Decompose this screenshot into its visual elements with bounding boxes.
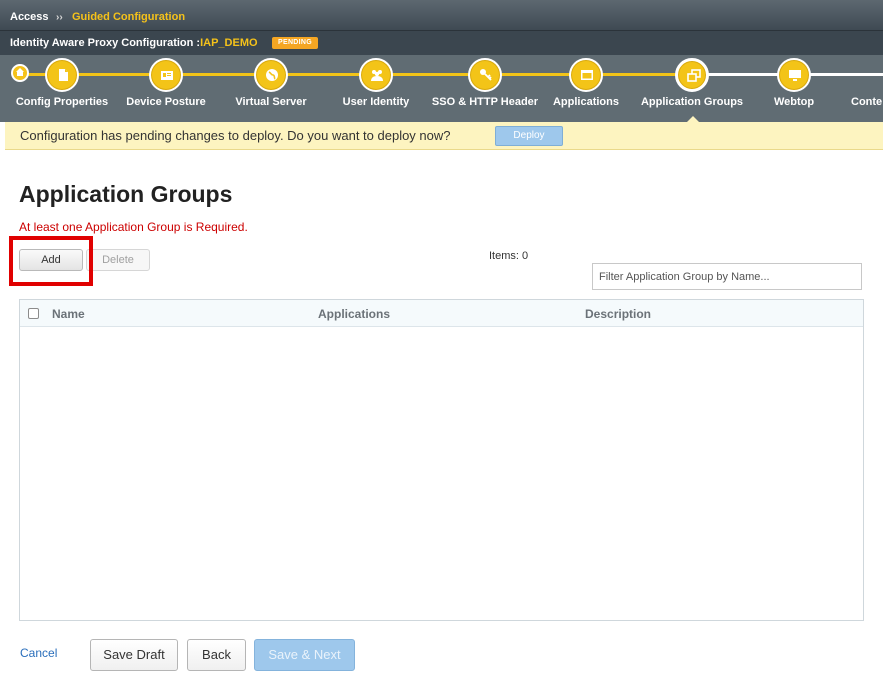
save-and-next-button[interactable]: Save & Next [254, 639, 355, 671]
configuration-name: IAP_DEMO [200, 37, 258, 49]
wizard-step-label: Applications [552, 96, 619, 108]
deploy-button[interactable]: Deploy [495, 126, 563, 146]
wizard-step-user-identity[interactable]: User Identity [316, 55, 436, 122]
status-badge: PENDING [272, 37, 318, 49]
wizard-step-label: Conte [851, 96, 883, 108]
configuration-title-prefix: Identity Aware Proxy Configuration : [10, 37, 201, 49]
application-groups-table: Name Applications Description [19, 299, 864, 621]
key-icon [468, 58, 502, 92]
configuration-header: Identity Aware Proxy Configuration :IAP_… [0, 31, 883, 55]
delete-button[interactable]: Delete [86, 249, 150, 271]
column-header-applications[interactable]: Applications [318, 307, 390, 321]
wizard-step-label: Virtual Server [235, 96, 307, 108]
users-icon [359, 58, 393, 92]
wizard-step-virtual-server[interactable]: Virtual Server [211, 55, 331, 122]
add-button-highlight [9, 236, 93, 286]
wizard-step-label: User Identity [342, 96, 410, 108]
breadcrumb-guided-configuration[interactable]: Guided Configuration [72, 11, 185, 23]
document-icon [45, 58, 79, 92]
guided-configuration-page: Access ›› Guided Configuration Identity … [0, 0, 883, 685]
wizard-step-label: Device Posture [126, 96, 206, 108]
breadcrumb: Access ›› Guided Configuration [0, 0, 883, 31]
globe-icon [254, 58, 288, 92]
configuration-title: Identity Aware Proxy Configuration :IAP_… [10, 37, 258, 49]
wizard-step-label: Config Properties [15, 96, 109, 108]
table-header: Name Applications Description [20, 300, 863, 327]
filter-input[interactable] [592, 263, 862, 290]
pending-changes-banner: Configuration has pending changes to dep… [5, 122, 883, 150]
validation-error: At least one Application Group is Requir… [19, 220, 248, 234]
wizard-steps: Config Properties Device Posture Virtual… [0, 55, 883, 122]
page-title: Application Groups [19, 181, 233, 207]
select-all-checkbox[interactable] [28, 308, 39, 319]
pending-changes-message: Configuration has pending changes to dep… [20, 128, 451, 143]
save-draft-button[interactable]: Save Draft [90, 639, 178, 671]
wizard-step-applications[interactable]: Applications [526, 55, 646, 122]
wizard-step-device-posture[interactable]: Device Posture [106, 55, 226, 122]
windows-stack-icon [675, 58, 709, 92]
window-icon [569, 58, 603, 92]
breadcrumb-access[interactable]: Access [10, 11, 49, 23]
items-count: Items: 0 [489, 250, 529, 262]
id-card-icon [149, 58, 183, 92]
wizard-step-content[interactable]: Conte [833, 55, 883, 122]
breadcrumb-separator: ›› [56, 12, 63, 23]
wizard-step-config-properties[interactable]: Config Properties [2, 55, 122, 122]
monitor-icon [777, 58, 811, 92]
back-button[interactable]: Back [187, 639, 246, 671]
cancel-link[interactable]: Cancel [20, 646, 57, 660]
column-header-description[interactable]: Description [585, 307, 651, 321]
column-header-name[interactable]: Name [52, 307, 85, 321]
